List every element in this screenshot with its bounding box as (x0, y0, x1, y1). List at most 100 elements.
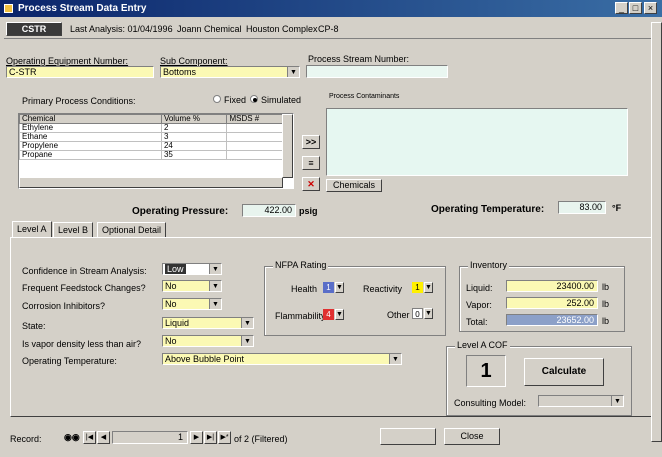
tab-optional-detail[interactable]: Optional Detail (97, 222, 167, 237)
operating-equipment-field[interactable]: C-STR (6, 66, 154, 78)
table-row[interactable]: Ethane 3 (19, 132, 293, 142)
sub-component-label: Sub Component: (160, 56, 228, 66)
last-record-icon: ▶| (206, 434, 215, 441)
liquid-value: 23400.00 (556, 281, 594, 291)
tab-level-a-label: Level A (17, 224, 47, 234)
corrosion-value: No (165, 299, 177, 309)
chevron-down-icon[interactable]: ▼ (241, 336, 253, 346)
next-record-button[interactable]: ▶ (190, 431, 203, 444)
chevron-down-icon[interactable]: ▼ (209, 264, 221, 274)
delete-icon: ✕ (307, 179, 315, 189)
state-combo[interactable]: Liquid ▼ (162, 317, 254, 329)
sub-component-value: Bottoms (163, 67, 197, 77)
chevron-down-icon[interactable]: ▼ (209, 281, 221, 291)
process-contaminants-box[interactable] (326, 108, 628, 176)
chevron-down-icon[interactable]: ▼ (389, 354, 401, 364)
previous-record-button[interactable]: ◀ (97, 431, 110, 444)
record-total: of 2 (Filtered) (234, 434, 288, 444)
chevron-down-icon[interactable]: ▼ (241, 318, 253, 328)
chemicals-button-label: Chemicals (332, 180, 375, 190)
reactivity-dropdown[interactable]: ▼ (424, 282, 433, 293)
first-record-icon: |◀ (85, 434, 94, 441)
nfpa-rating-group: NFPA Rating (264, 260, 446, 336)
new-record-button[interactable]: ▶* (218, 431, 231, 444)
state-value: Liquid (165, 318, 190, 328)
primary-conditions-label: Primary Process Conditions: (22, 96, 136, 106)
operating-equipment-value: C-STR (9, 67, 37, 77)
liquid-label: Liquid: (466, 283, 493, 293)
cof-result-value: 1 (480, 360, 492, 382)
chemical-name: Propane (19, 150, 162, 160)
health-dropdown[interactable]: ▼ (335, 282, 344, 293)
radio-fixed-label: Fixed (224, 95, 247, 105)
chevron-down-icon: ▼ (336, 284, 343, 291)
chevron-down-icon[interactable]: ▼ (287, 67, 299, 77)
record-tab[interactable]: CSTR (6, 22, 62, 36)
op-temp-combo[interactable]: Above Bubble Point ▼ (162, 353, 402, 365)
reactivity-value[interactable]: 1 (412, 282, 423, 293)
close-form-button[interactable]: Close (444, 428, 500, 445)
cof-result-box: 1 (466, 355, 506, 387)
reactivity-label: Reactivity (363, 284, 403, 294)
blank-button[interactable] (380, 428, 436, 445)
calculate-button[interactable]: Calculate (524, 358, 604, 386)
form-vertical-scrollbar[interactable] (651, 22, 662, 442)
table-row[interactable]: Propylene 24 (19, 141, 293, 151)
other-value[interactable]: 0 (412, 308, 423, 319)
confidence-combo[interactable]: Low ▼ (162, 263, 222, 275)
other-label: Other (387, 310, 410, 320)
maximize-button[interactable]: □ (629, 2, 642, 14)
chevron-down-icon: ▼ (336, 311, 343, 318)
close-form-label: Close (460, 431, 484, 441)
binoculars-icon[interactable]: ◉◉ (64, 432, 80, 443)
record-number-field[interactable]: 1 (112, 431, 188, 444)
chemical-grid[interactable]: Chemical Volume % MSDS # Ethylene 2 Etha… (18, 113, 294, 189)
radio-simulated[interactable] (250, 95, 258, 103)
list-chemical-button[interactable]: ≡ (302, 156, 320, 170)
operating-equipment-label: Operating Equipment Number: (6, 56, 129, 66)
liquid-field[interactable]: 23400.00 (506, 280, 598, 292)
previous-record-icon: ◀ (100, 434, 107, 441)
first-record-button[interactable]: |◀ (83, 431, 96, 444)
vapor-field[interactable]: 252.00 (506, 297, 598, 309)
last-record-button[interactable]: ▶| (204, 431, 217, 444)
health-value[interactable]: 1 (323, 282, 334, 293)
add-chemical-button[interactable]: >> (302, 135, 320, 149)
analyst-text: Joann Chemical (177, 24, 242, 34)
table-row[interactable]: Propane 35 (19, 150, 293, 160)
consulting-model-combo[interactable]: ▼ (538, 395, 624, 407)
total-unit: lb (602, 316, 610, 326)
record-current: 1 (177, 432, 183, 442)
tab-level-b[interactable]: Level B (53, 222, 94, 237)
total-label: Total: (466, 317, 488, 327)
radio-fixed[interactable] (213, 95, 221, 103)
chevron-down-icon[interactable]: ▼ (611, 396, 623, 406)
minimize-button[interactable]: _ (615, 2, 628, 14)
nfpa-rating-title: NFPA Rating (273, 260, 329, 270)
corrosion-combo[interactable]: No ▼ (162, 298, 222, 310)
flammability-value[interactable]: 4 (323, 309, 334, 320)
table-row[interactable]: Ethylene 2 (19, 123, 293, 133)
other-dropdown[interactable]: ▼ (424, 308, 433, 319)
chevron-down-icon[interactable]: ▼ (209, 299, 221, 309)
vapor-unit: lb (602, 299, 610, 309)
health-label: Health (291, 284, 318, 294)
operating-pressure-field[interactable]: 422.00 (242, 204, 296, 217)
operating-temperature-field[interactable]: 83.00 (558, 201, 606, 214)
tab-level-a[interactable]: Level A (12, 221, 52, 237)
record-label: Record: (10, 434, 42, 444)
sub-component-combo[interactable]: Bottoms ▼ (160, 66, 300, 78)
chevron-down-icon: ▼ (425, 310, 432, 317)
delete-chemical-button[interactable]: ✕ (302, 177, 320, 191)
grid-horizontal-scrollbar[interactable] (19, 177, 283, 188)
close-button[interactable]: × (644, 2, 657, 14)
vapor-density-combo[interactable]: No ▼ (162, 335, 254, 347)
level-a-cof-title: Level A COF (455, 340, 510, 350)
chemicals-button[interactable]: Chemicals (326, 179, 382, 192)
consulting-model-label: Consulting Model: (454, 398, 527, 408)
grid-vertical-scrollbar[interactable] (282, 114, 293, 178)
process-stream-field[interactable] (306, 65, 448, 78)
flammability-dropdown[interactable]: ▼ (335, 309, 344, 320)
feedstock-combo[interactable]: No ▼ (162, 280, 222, 292)
pressure-unit: psig (299, 206, 318, 216)
